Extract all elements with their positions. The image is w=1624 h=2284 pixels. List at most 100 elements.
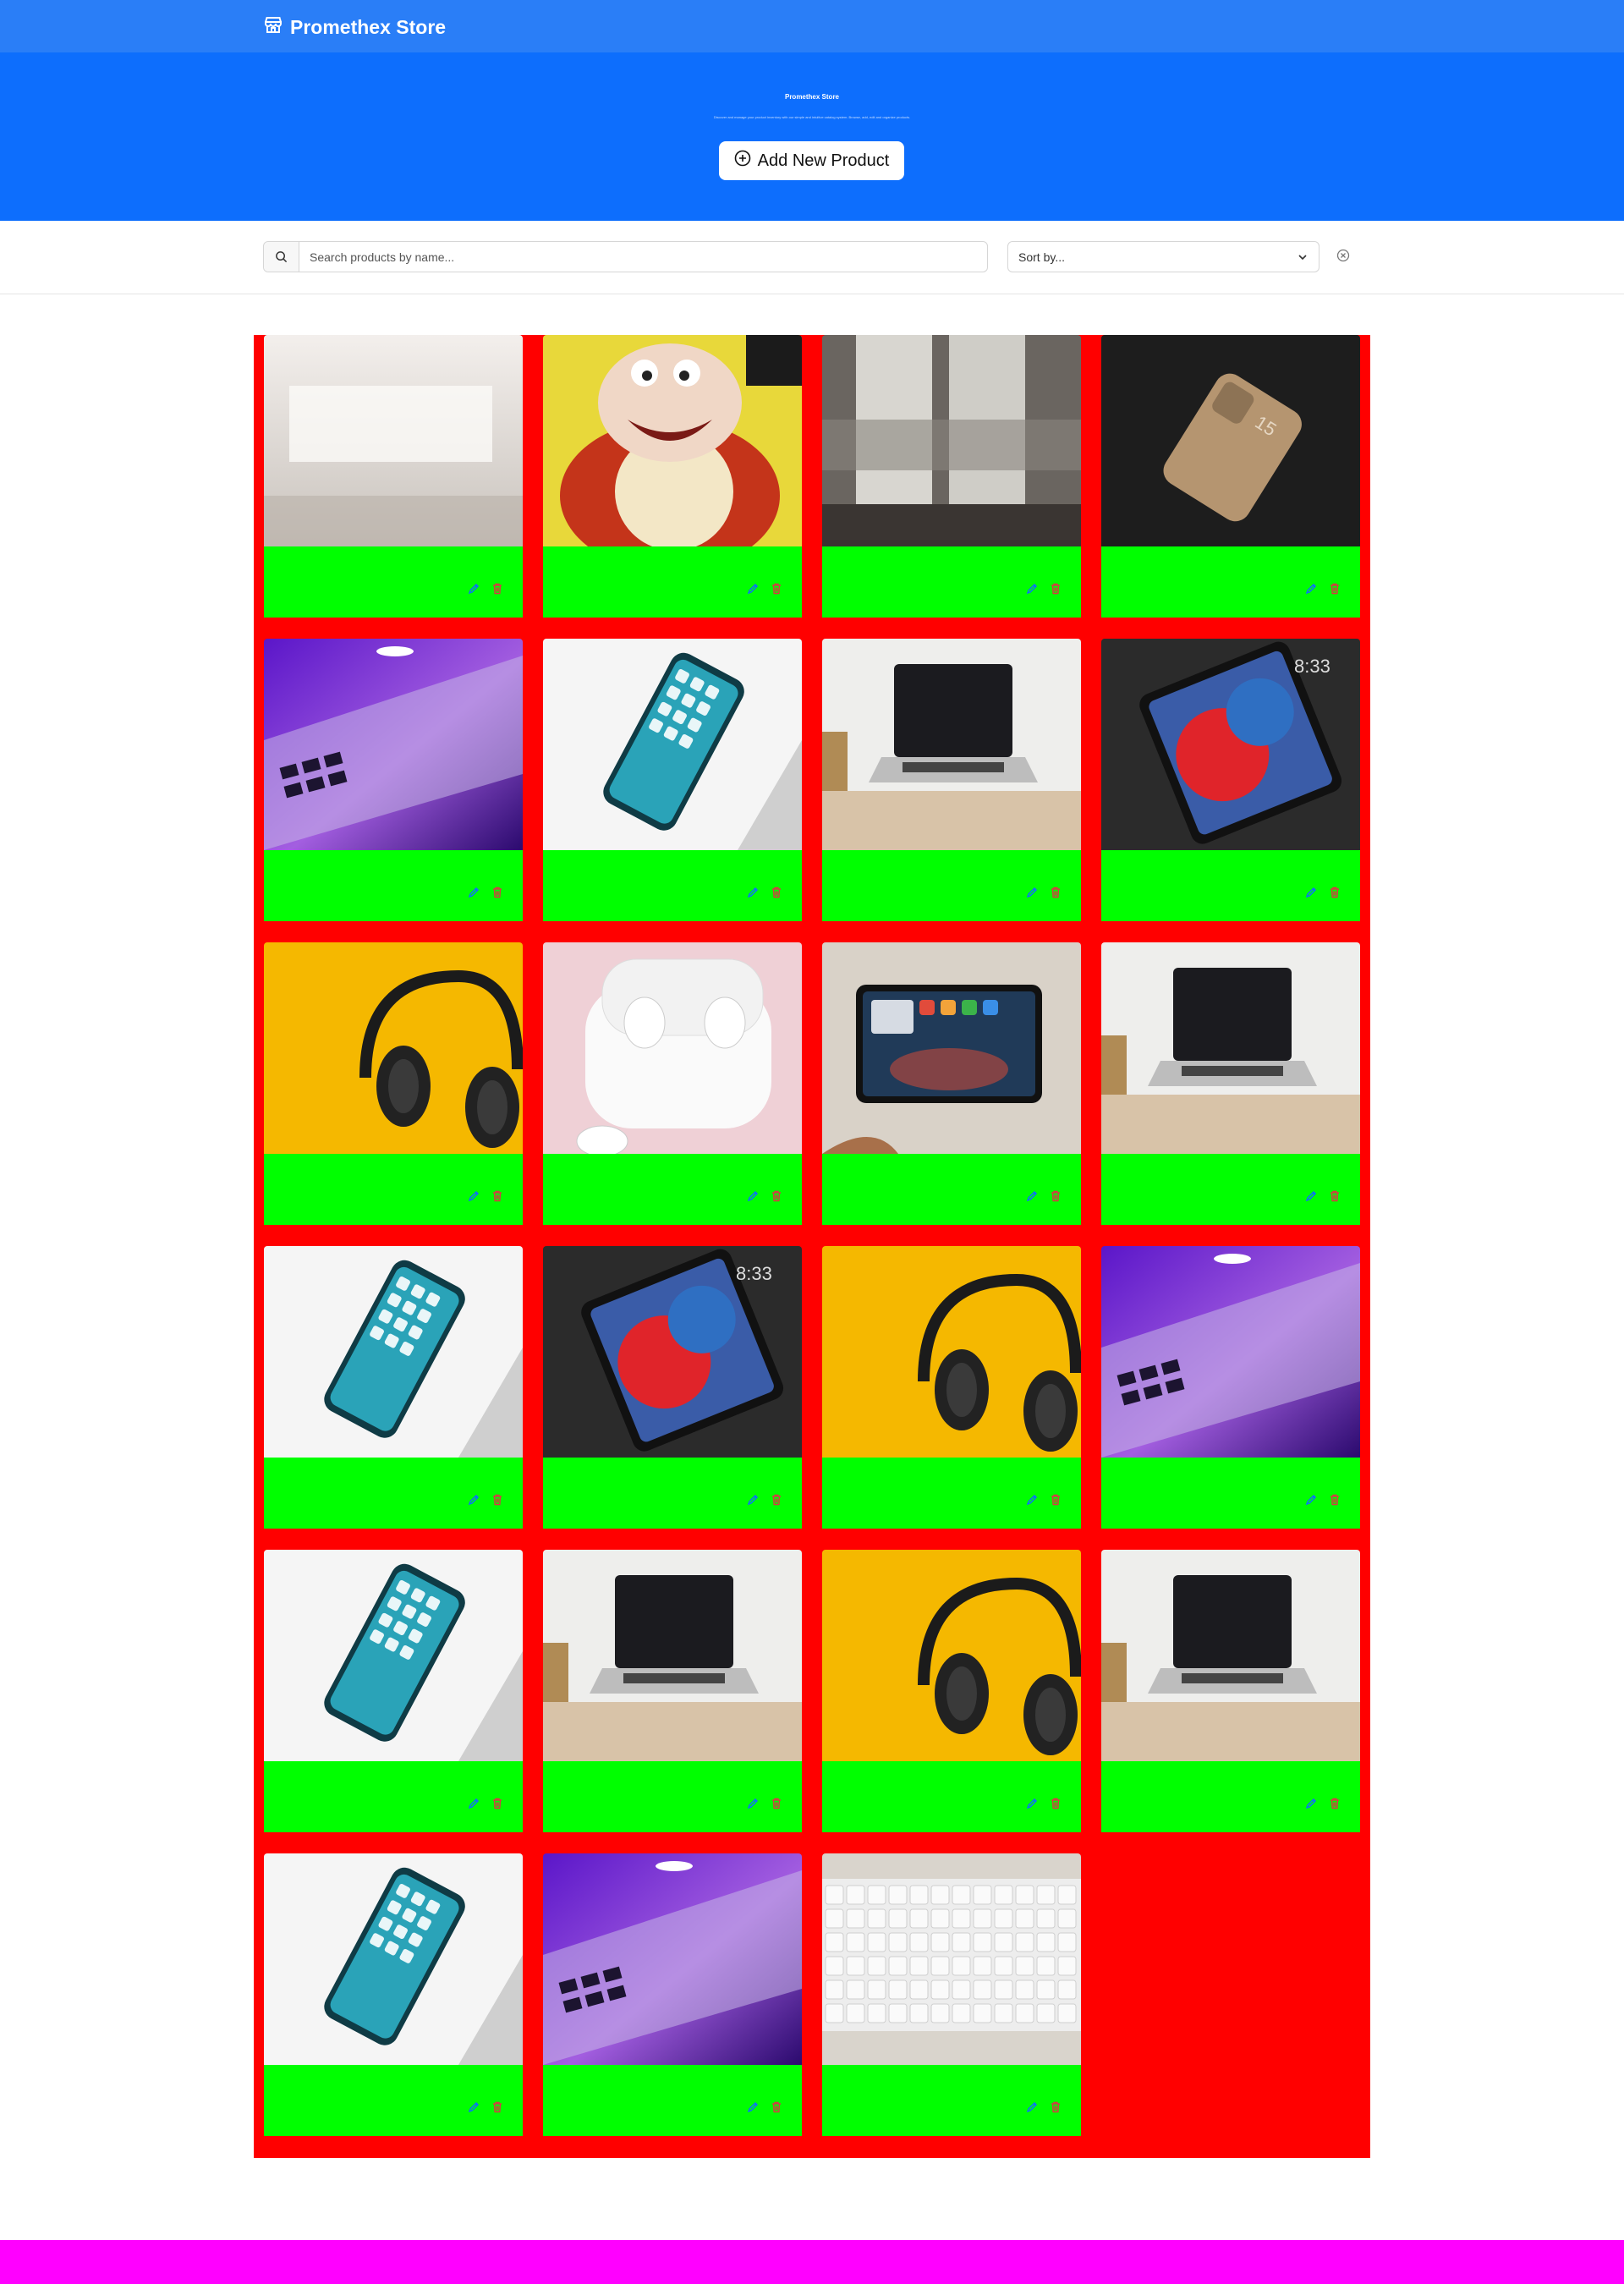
- product-image[interactable]: [1101, 1550, 1360, 1761]
- delete-button[interactable]: [1328, 582, 1341, 596]
- product-image[interactable]: [264, 1853, 523, 2065]
- edit-button[interactable]: [1304, 582, 1318, 596]
- delete-button[interactable]: [770, 2100, 783, 2114]
- clear-filters-button[interactable]: [1335, 249, 1352, 266]
- product-card[interactable]: [543, 1550, 802, 1832]
- product-image[interactable]: [543, 1550, 802, 1761]
- product-card[interactable]: [543, 335, 802, 618]
- product-card[interactable]: [264, 1246, 523, 1529]
- product-image[interactable]: [822, 639, 1081, 850]
- product-card-body: [543, 2065, 802, 2136]
- delete-button[interactable]: [491, 886, 504, 899]
- product-card[interactable]: [822, 1853, 1081, 2136]
- add-product-button[interactable]: Add New Product: [719, 141, 904, 180]
- edit-button[interactable]: [746, 1189, 760, 1203]
- edit-button[interactable]: [746, 1797, 760, 1810]
- product-card[interactable]: [264, 942, 523, 1225]
- product-card[interactable]: [1101, 1550, 1360, 1832]
- edit-button[interactable]: [1304, 1493, 1318, 1507]
- edit-button[interactable]: [746, 582, 760, 596]
- product-image[interactable]: [264, 335, 523, 546]
- product-card[interactable]: [543, 1853, 802, 2136]
- product-card[interactable]: [543, 639, 802, 921]
- product-image[interactable]: [822, 1853, 1081, 2065]
- product-card[interactable]: [822, 942, 1081, 1225]
- product-image[interactable]: [543, 639, 802, 850]
- product-image[interactable]: [264, 639, 523, 850]
- delete-button[interactable]: [770, 1189, 783, 1203]
- product-card[interactable]: 8:33: [543, 1246, 802, 1529]
- edit-button[interactable]: [467, 1493, 480, 1507]
- product-image[interactable]: [543, 942, 802, 1154]
- product-image[interactable]: [264, 942, 523, 1154]
- product-card[interactable]: [264, 639, 523, 921]
- product-card[interactable]: [822, 335, 1081, 618]
- edit-button[interactable]: [467, 582, 480, 596]
- trash-icon: [1051, 1190, 1060, 1202]
- delete-button[interactable]: [491, 582, 504, 596]
- product-card[interactable]: [264, 1853, 523, 2136]
- product-image[interactable]: [1101, 942, 1360, 1154]
- edit-button[interactable]: [1025, 1797, 1039, 1810]
- product-image[interactable]: [1101, 1246, 1360, 1458]
- delete-button[interactable]: [1049, 582, 1062, 596]
- delete-button[interactable]: [1328, 1493, 1341, 1507]
- delete-button[interactable]: [1049, 1189, 1062, 1203]
- product-card[interactable]: 15: [1101, 335, 1360, 618]
- product-card[interactable]: [1101, 1246, 1360, 1529]
- product-image[interactable]: 8:33: [543, 1246, 802, 1458]
- delete-button[interactable]: [770, 886, 783, 899]
- delete-button[interactable]: [1328, 1797, 1341, 1810]
- delete-button[interactable]: [770, 582, 783, 596]
- delete-button[interactable]: [1328, 1189, 1341, 1203]
- edit-button[interactable]: [467, 1797, 480, 1810]
- edit-button[interactable]: [1025, 1493, 1039, 1507]
- delete-button[interactable]: [491, 2100, 504, 2114]
- product-image[interactable]: [822, 942, 1081, 1154]
- delete-button[interactable]: [770, 1797, 783, 1810]
- edit-button[interactable]: [1025, 1189, 1039, 1203]
- delete-button[interactable]: [1049, 886, 1062, 899]
- delete-button[interactable]: [1049, 1797, 1062, 1810]
- delete-button[interactable]: [1049, 1493, 1062, 1507]
- edit-button[interactable]: [467, 2100, 480, 2114]
- edit-button[interactable]: [746, 1493, 760, 1507]
- edit-button[interactable]: [1304, 886, 1318, 899]
- delete-button[interactable]: [1328, 886, 1341, 899]
- product-image[interactable]: 15: [1101, 335, 1360, 546]
- edit-button[interactable]: [1025, 886, 1039, 899]
- delete-button[interactable]: [491, 1797, 504, 1810]
- product-card[interactable]: 8:33: [1101, 639, 1360, 921]
- brand-link[interactable]: Promethex Store: [263, 14, 446, 40]
- product-image[interactable]: 8:33: [1101, 639, 1360, 850]
- delete-button[interactable]: [1049, 2100, 1062, 2114]
- product-card[interactable]: [822, 1550, 1081, 1832]
- product-image[interactable]: [264, 1246, 523, 1458]
- delete-button[interactable]: [491, 1493, 504, 1507]
- product-image[interactable]: [822, 1550, 1081, 1761]
- product-card[interactable]: [264, 1550, 523, 1832]
- sort-select[interactable]: Sort by...: [1007, 241, 1320, 272]
- product-card[interactable]: [822, 639, 1081, 921]
- product-image[interactable]: [822, 335, 1081, 546]
- edit-button[interactable]: [467, 886, 480, 899]
- product-image[interactable]: [264, 1550, 523, 1761]
- edit-button[interactable]: [1025, 582, 1039, 596]
- edit-button[interactable]: [1304, 1189, 1318, 1203]
- product-image[interactable]: [543, 1853, 802, 2065]
- product-card[interactable]: [1101, 942, 1360, 1225]
- delete-button[interactable]: [770, 1493, 783, 1507]
- edit-button[interactable]: [1304, 1797, 1318, 1810]
- edit-button[interactable]: [746, 886, 760, 899]
- product-card[interactable]: [822, 1246, 1081, 1529]
- search-input[interactable]: [299, 242, 987, 272]
- edit-button[interactable]: [746, 2100, 760, 2114]
- edit-button[interactable]: [1025, 2100, 1039, 2114]
- trash-icon: [772, 1798, 781, 1809]
- edit-button[interactable]: [467, 1189, 480, 1203]
- product-card[interactable]: [543, 942, 802, 1225]
- product-image[interactable]: [822, 1246, 1081, 1458]
- product-image[interactable]: [543, 335, 802, 546]
- product-card[interactable]: [264, 335, 523, 618]
- delete-button[interactable]: [491, 1189, 504, 1203]
